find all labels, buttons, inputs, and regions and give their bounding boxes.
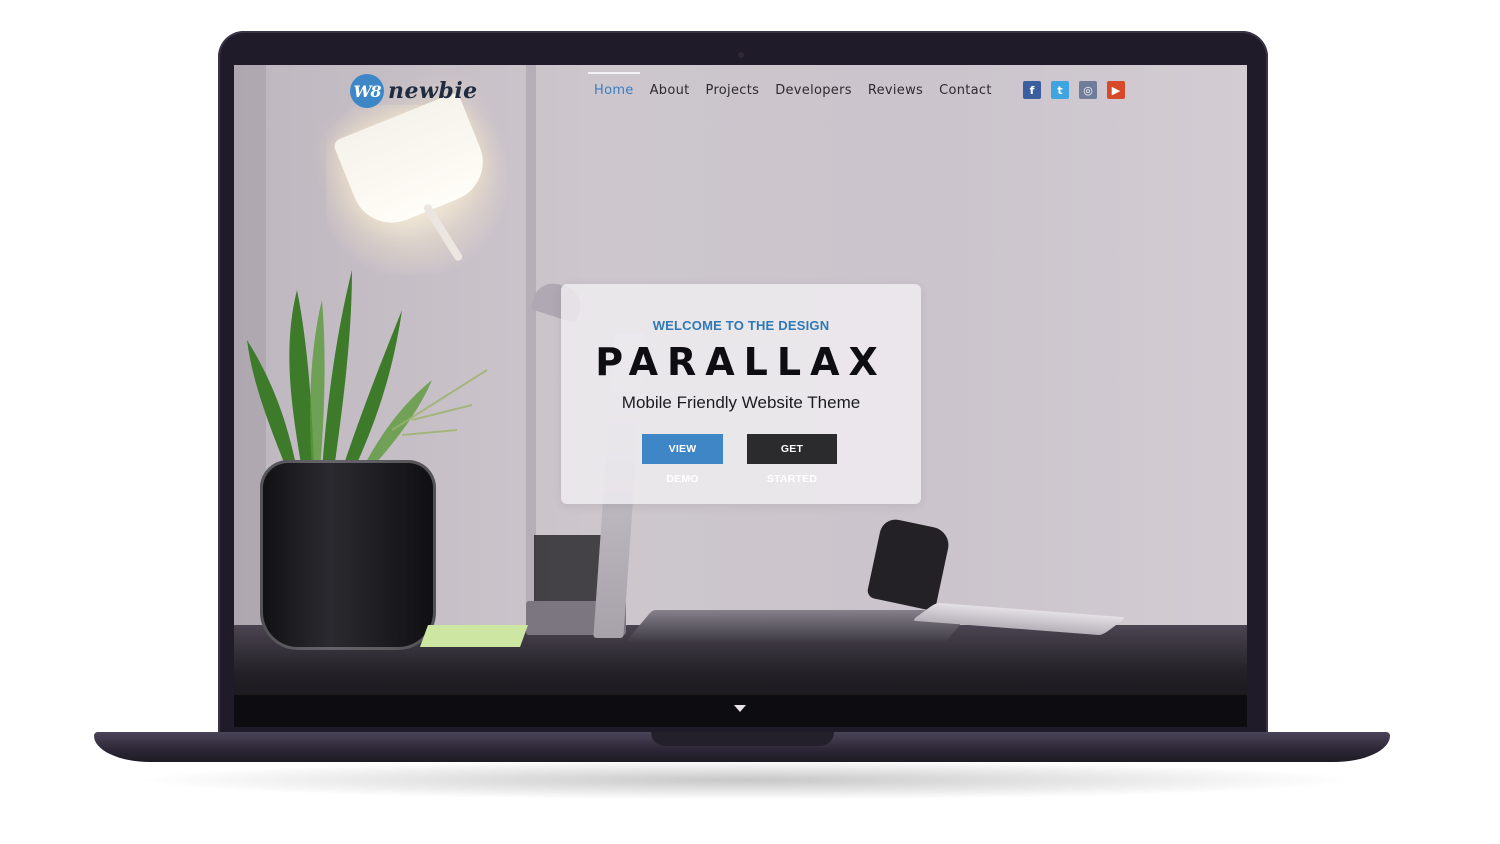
logo-mark-icon: W8 bbox=[350, 74, 384, 108]
hero-kicker: WELCOME TO THE DESIGN bbox=[652, 318, 830, 333]
youtube-icon[interactable]: ▶ bbox=[1107, 81, 1125, 99]
laptop-notch bbox=[651, 732, 834, 746]
floor-shadow bbox=[130, 760, 1360, 800]
camera-dot bbox=[738, 52, 744, 58]
nav-item-home[interactable]: Home bbox=[586, 72, 642, 101]
nav-item-reviews[interactable]: Reviews bbox=[860, 81, 931, 101]
nav-item-projects[interactable]: Projects bbox=[698, 81, 768, 101]
social-links: f t ◎ ▶ bbox=[1023, 81, 1125, 99]
instagram-icon[interactable]: ◎ bbox=[1079, 81, 1097, 99]
facebook-icon[interactable]: f bbox=[1023, 81, 1041, 99]
plant-illustration bbox=[247, 270, 488, 470]
site-logo[interactable]: W8 newbie bbox=[350, 72, 478, 110]
glass-jar bbox=[260, 460, 436, 650]
twitter-icon[interactable]: t bbox=[1051, 81, 1069, 99]
sticky-note bbox=[419, 625, 529, 647]
top-navigation: W8 newbie Home About Projects Developers… bbox=[234, 65, 1247, 125]
hero-subtitle: Mobile Friendly Website Theme bbox=[621, 393, 861, 412]
logo-text: newbie bbox=[388, 78, 478, 104]
main-menu: Home About Projects Developers Reviews C… bbox=[586, 72, 1000, 101]
chevron-down-icon[interactable] bbox=[734, 705, 746, 712]
nav-item-about[interactable]: About bbox=[642, 81, 698, 101]
hero-card: WELCOME TO THE DESIGN PARALLAX Mobile Fr… bbox=[561, 284, 921, 504]
hero-title: PARALLAX bbox=[595, 340, 887, 384]
nav-item-contact[interactable]: Contact bbox=[931, 81, 1000, 101]
nav-item-developers[interactable]: Developers bbox=[767, 81, 860, 101]
get-started-button[interactable]: GET STARTED bbox=[747, 434, 837, 485]
laptop-screen: W8 newbie Home About Projects Developers… bbox=[234, 65, 1247, 727]
laptop-mockup: W8 newbie Home About Projects Developers… bbox=[0, 0, 1500, 844]
view-demo-button[interactable]: VIEW DEMO bbox=[642, 434, 723, 485]
